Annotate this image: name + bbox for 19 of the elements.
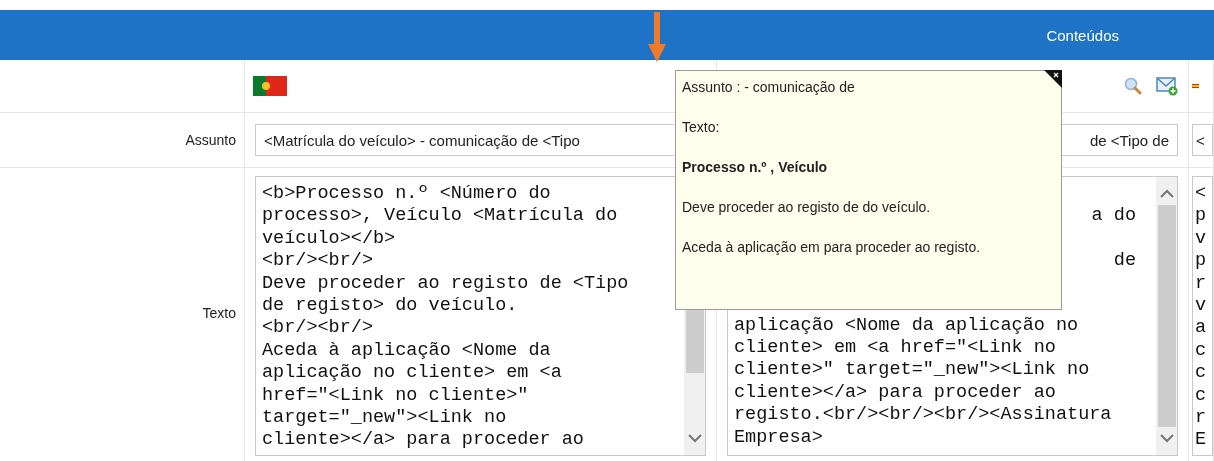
- add-email-icon[interactable]: [1156, 76, 1178, 96]
- header-title: Conteúdos: [1046, 26, 1119, 44]
- text-area[interactable]: < p v p r v a c c c r E: [1192, 176, 1213, 456]
- flag-icon: [253, 76, 287, 96]
- down-arrow-icon: [647, 12, 667, 62]
- scroll-up-icon[interactable]: [1158, 189, 1175, 199]
- subject-field[interactable]: <Matrícula do veículo> - comunicação de <Tipo: [255, 124, 674, 156]
- text-label: Texto: [202, 305, 236, 321]
- subject-label: Assunto: [185, 132, 236, 148]
- tooltip-text: Processo n.º , Veículo: [682, 159, 829, 176]
- search-icon[interactable]: [1124, 77, 1142, 95]
- subject-field[interactable]: <: [1192, 124, 1213, 156]
- tooltip-text: Texto:: [682, 119, 721, 136]
- scroll-down-icon[interactable]: [686, 433, 703, 443]
- tooltip-text: Assunto : - comunicação de: [682, 79, 856, 96]
- scrollbar-thumb[interactable]: [1157, 205, 1176, 427]
- scroll-down-icon[interactable]: [1158, 433, 1175, 443]
- close-icon[interactable]: [1044, 70, 1062, 88]
- scrollbar[interactable]: [1156, 176, 1178, 456]
